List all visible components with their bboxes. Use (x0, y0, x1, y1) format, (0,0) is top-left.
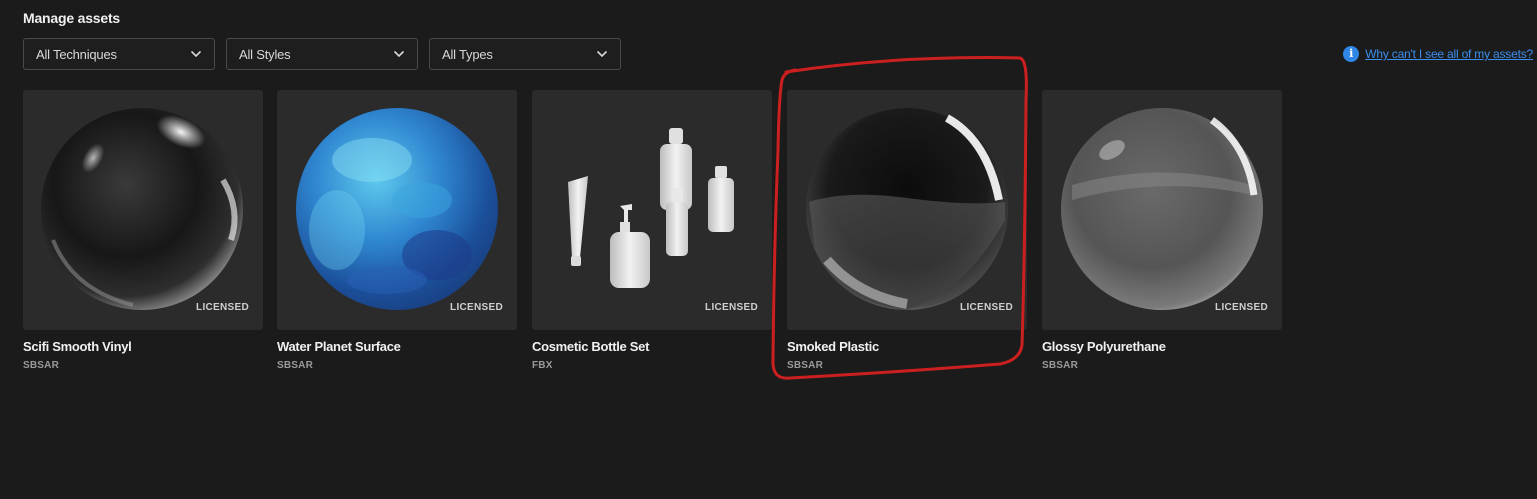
missing-assets-help-link[interactable]: Why can't I see all of my assets? (1365, 47, 1533, 61)
asset-title: Scifi Smooth Vinyl (23, 339, 132, 354)
filter-bar: All Techniques All Styles All Types (23, 38, 621, 70)
licensed-badge: LICENSED (1215, 302, 1268, 313)
smoked-glass-sphere-image (806, 108, 1008, 310)
asset-type: SBSAR (787, 360, 824, 371)
info-icon: i (1343, 46, 1360, 62)
chevron-down-icon (393, 48, 405, 60)
manage-assets-page: Manage assets All Techniques All Styles … (0, 0, 1537, 499)
asset-thumbnail: LICENSED (532, 90, 772, 330)
asset-type: FBX (532, 360, 553, 371)
asset-card[interactable]: LICENSED Smoked Plastic SBSAR (787, 90, 1027, 371)
style-filter-label: All Styles (239, 46, 291, 62)
type-filter-dropdown[interactable]: All Types (429, 38, 621, 70)
asset-title: Smoked Plastic (787, 339, 879, 354)
asset-card[interactable]: LICENSED Cosmetic Bottle Set FBX (532, 90, 772, 371)
grey-glossy-sphere-image (1061, 108, 1263, 310)
style-filter-dropdown[interactable]: All Styles (226, 38, 418, 70)
asset-thumbnail: LICENSED (787, 90, 1027, 330)
licensed-badge: LICENSED (450, 302, 503, 313)
asset-thumbnail: LICENSED (1042, 90, 1282, 330)
licensed-badge: LICENSED (705, 302, 758, 313)
white-bottles-image (568, 128, 734, 288)
licensed-badge: LICENSED (960, 302, 1013, 313)
chevron-down-icon (596, 48, 608, 60)
asset-type: SBSAR (277, 360, 314, 371)
asset-title: Glossy Polyurethane (1042, 339, 1166, 354)
asset-thumbnail: LICENSED (277, 90, 517, 330)
page-title: Manage assets (23, 10, 121, 26)
asset-title: Cosmetic Bottle Set (532, 339, 650, 354)
asset-card[interactable]: LICENSED Water Planet Surface SBSAR (277, 90, 517, 371)
asset-title: Water Planet Surface (277, 339, 401, 354)
chevron-down-icon (190, 48, 202, 60)
asset-type: SBSAR (23, 360, 60, 371)
licensed-badge: LICENSED (196, 302, 249, 313)
asset-card[interactable]: LICENSED Glossy Polyurethane SBSAR (1042, 90, 1282, 371)
asset-card[interactable]: LICENSED Scifi Smooth Vinyl SBSAR (23, 90, 263, 371)
technique-filter-dropdown[interactable]: All Techniques (23, 38, 215, 70)
dark-glossy-sphere-image (41, 108, 243, 310)
blue-planet-sphere-image (296, 108, 498, 310)
help-section: i Why can't I see all of my assets? (1343, 46, 1533, 62)
type-filter-label: All Types (442, 46, 493, 62)
asset-grid: LICENSED Scifi Smooth Vinyl SBSAR LICENS… (23, 90, 1282, 371)
asset-type: SBSAR (1042, 360, 1079, 371)
asset-thumbnail: LICENSED (23, 90, 263, 330)
technique-filter-label: All Techniques (36, 46, 117, 62)
